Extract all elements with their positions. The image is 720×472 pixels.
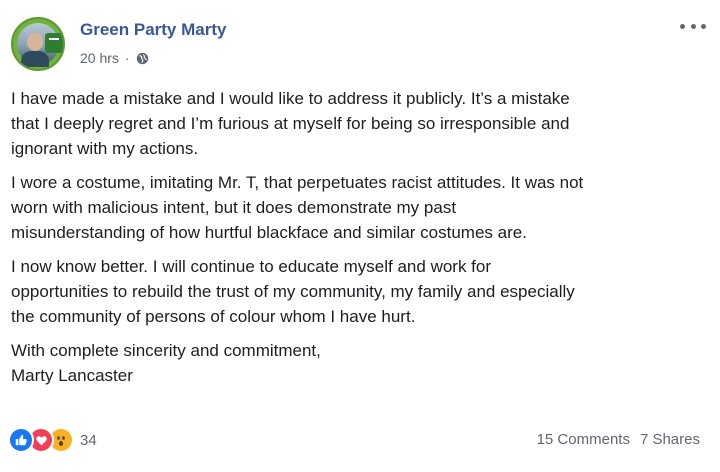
post-signature: With complete sincerity and commitment, … bbox=[11, 341, 321, 385]
post-timestamp[interactable]: 20 hrs bbox=[80, 50, 119, 66]
party-logo-badge bbox=[45, 33, 63, 53]
facebook-post: Green Party Marty 20 hrs · I have made a… bbox=[0, 0, 720, 472]
engagement-counts: 15 Comments 7 Shares bbox=[537, 431, 700, 448]
post-body: I have made a mistake and I would like t… bbox=[11, 86, 711, 397]
author-avatar[interactable] bbox=[11, 17, 65, 71]
post-footer: 34 15 Comments 7 Shares bbox=[0, 425, 720, 457]
shares-count-link[interactable]: 7 Shares bbox=[640, 431, 700, 448]
reaction-count[interactable]: 34 bbox=[80, 432, 97, 449]
comments-count-link[interactable]: 15 Comments bbox=[537, 431, 630, 448]
like-icon bbox=[8, 427, 34, 453]
post-paragraph: I now know better. I will continue to ed… bbox=[11, 257, 575, 326]
reactions-summary[interactable]: 34 bbox=[8, 427, 97, 453]
post-paragraph: I have made a mistake and I would like t… bbox=[11, 89, 570, 158]
author-name[interactable]: Green Party Marty bbox=[80, 20, 226, 40]
post-meta: 20 hrs · bbox=[80, 50, 149, 66]
more-options-icon[interactable] bbox=[680, 16, 706, 36]
post-paragraph: I wore a costume, imitating Mr. T, that … bbox=[11, 173, 584, 242]
meta-separator: · bbox=[124, 50, 130, 66]
globe-icon[interactable] bbox=[136, 52, 149, 65]
